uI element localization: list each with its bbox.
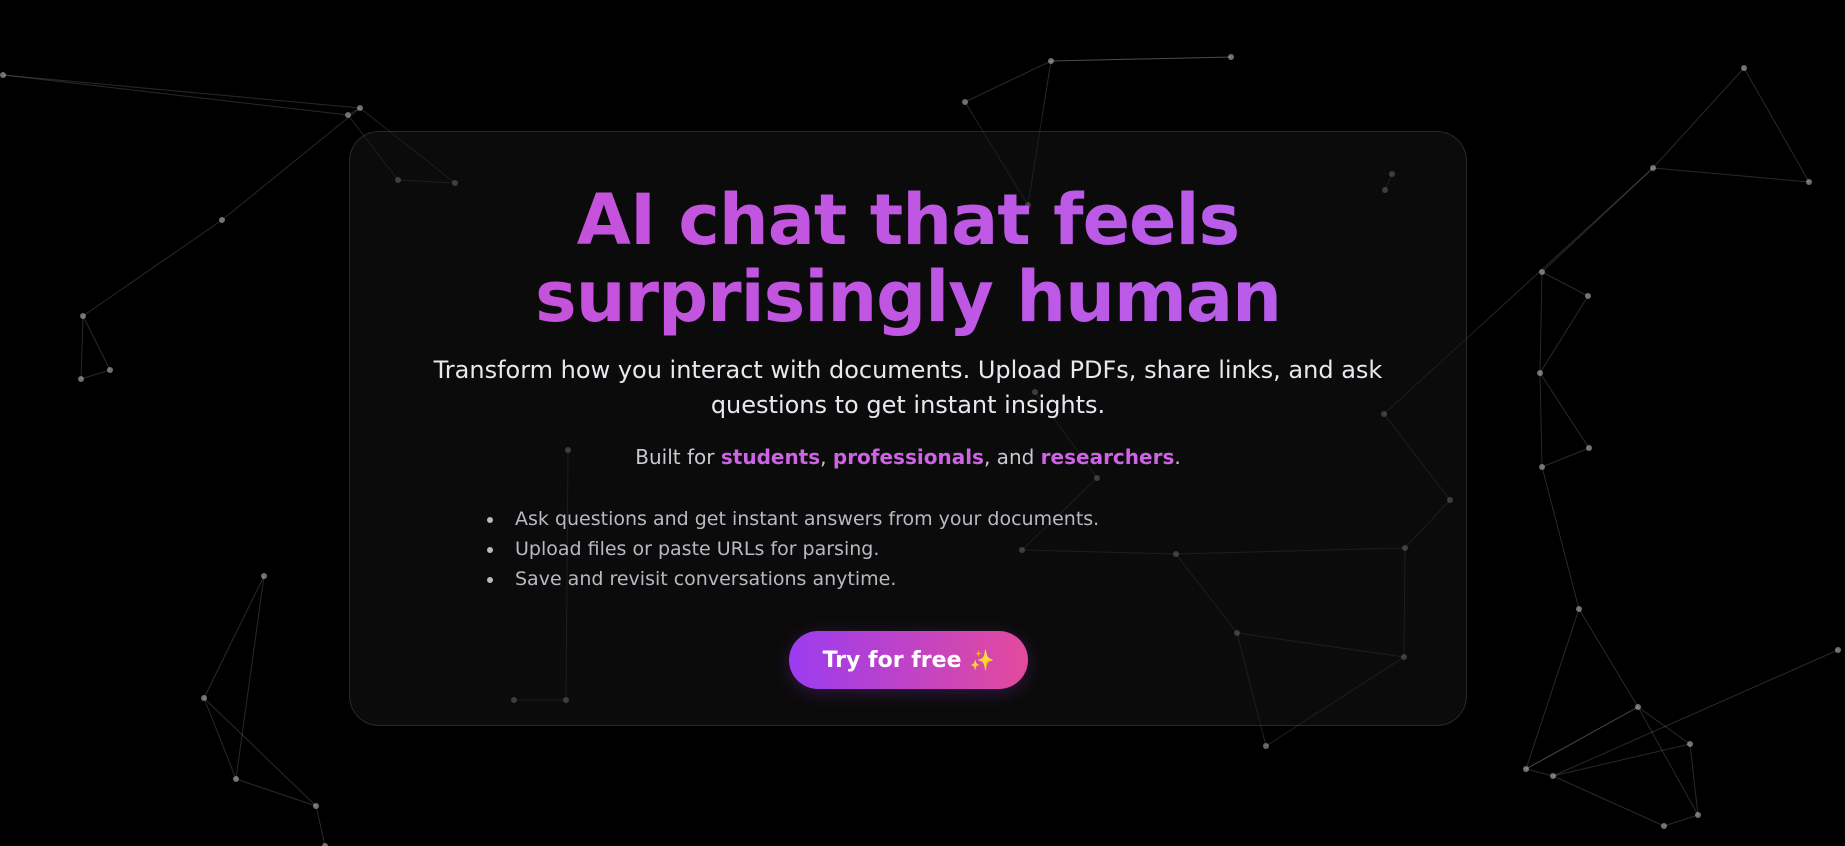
network-edge [1525, 768, 1554, 777]
hero-subtitle: Transform how you interact with document… [433, 356, 1383, 419]
network-node [0, 72, 6, 78]
network-node [357, 105, 363, 111]
feature-item: Upload files or paste URLs for parsing. [487, 534, 1099, 564]
network-node [1661, 823, 1667, 829]
network-node [313, 803, 319, 809]
network-node [962, 99, 968, 105]
network-edge [1637, 706, 1691, 745]
network-edge [1539, 372, 1590, 449]
network-edge [1689, 743, 1699, 816]
network-node [1650, 165, 1656, 171]
network-node [1687, 741, 1693, 747]
hero-card: AI chat that feels surprisingly human Tr… [349, 131, 1467, 726]
network-node [201, 695, 207, 701]
network-node [1576, 606, 1582, 612]
network-edge [1663, 814, 1699, 827]
network-edge [235, 575, 265, 780]
network-edge [80, 369, 111, 380]
network-node [78, 376, 84, 382]
network-node [1806, 179, 1812, 185]
network-edge [1541, 466, 1580, 610]
hero-headline: AI chat that feels surprisingly human [350, 182, 1466, 336]
network-node [1228, 54, 1234, 60]
network-node [80, 313, 86, 319]
network-edge [1539, 372, 1543, 468]
network-node [1539, 269, 1545, 275]
feature-item: Save and revisit conversations anytime. [487, 564, 1099, 594]
network-node [1585, 293, 1591, 299]
network-edge [203, 697, 237, 780]
network-node [1635, 704, 1641, 710]
network-edge [1541, 271, 1589, 297]
network-node [1550, 773, 1556, 779]
network-edge [315, 805, 326, 846]
network-edge [1539, 271, 1543, 374]
built-for-sep-2: , and [983, 445, 1041, 469]
network-node [1586, 445, 1592, 451]
network-node [1741, 65, 1747, 71]
try-for-free-button[interactable]: Try for free ✨ [789, 631, 1028, 689]
network-edge [1525, 608, 1580, 770]
feature-item: Ask questions and get instant answers fr… [487, 504, 1099, 534]
network-edge [1552, 775, 1665, 827]
network-edge [1652, 167, 1810, 183]
network-node [107, 367, 113, 373]
built-for-prefix: Built for [635, 445, 721, 469]
network-edge [1050, 56, 1232, 62]
network-edge [1552, 649, 1839, 777]
network-edge [235, 778, 317, 807]
network-edge [203, 697, 317, 807]
audience-students: students [720, 445, 821, 469]
network-node [1048, 58, 1054, 64]
headline-line-2: surprisingly human [535, 256, 1281, 338]
built-for-suffix: . [1174, 445, 1181, 469]
network-node [1523, 766, 1529, 772]
network-edge [1652, 67, 1745, 169]
network-edge [2, 74, 349, 116]
built-for-sep-1: , [820, 445, 833, 469]
network-edge [964, 60, 1052, 103]
network-edge [82, 219, 223, 317]
network-node [1263, 743, 1269, 749]
network-edge [221, 107, 361, 221]
network-edge [1539, 295, 1589, 374]
network-edge [203, 575, 265, 699]
built-for-line: Built for students, professionals, and r… [350, 444, 1466, 470]
audience-professionals: professionals [832, 445, 984, 469]
network-edge [1637, 706, 1699, 816]
network-node [233, 776, 239, 782]
audience-researchers: researchers [1040, 445, 1175, 469]
cta-label: Try for free [822, 647, 962, 673]
network-node [1537, 370, 1543, 376]
network-edge [1552, 743, 1691, 777]
network-edge [1743, 67, 1810, 183]
network-edge [2, 74, 361, 109]
network-node [1539, 464, 1545, 470]
sparkles-icon: ✨ [969, 648, 995, 672]
network-edge [80, 315, 84, 380]
network-node [1835, 647, 1841, 653]
network-node [345, 112, 351, 118]
network-edge [1578, 608, 1639, 708]
network-node [1695, 812, 1701, 818]
headline-line-1: AI chat that feels [576, 179, 1240, 261]
network-node [261, 573, 267, 579]
network-edge [1541, 447, 1590, 468]
feature-list: Ask questions and get instant answers fr… [487, 504, 1099, 594]
network-node [219, 217, 225, 223]
network-edge [82, 315, 111, 371]
